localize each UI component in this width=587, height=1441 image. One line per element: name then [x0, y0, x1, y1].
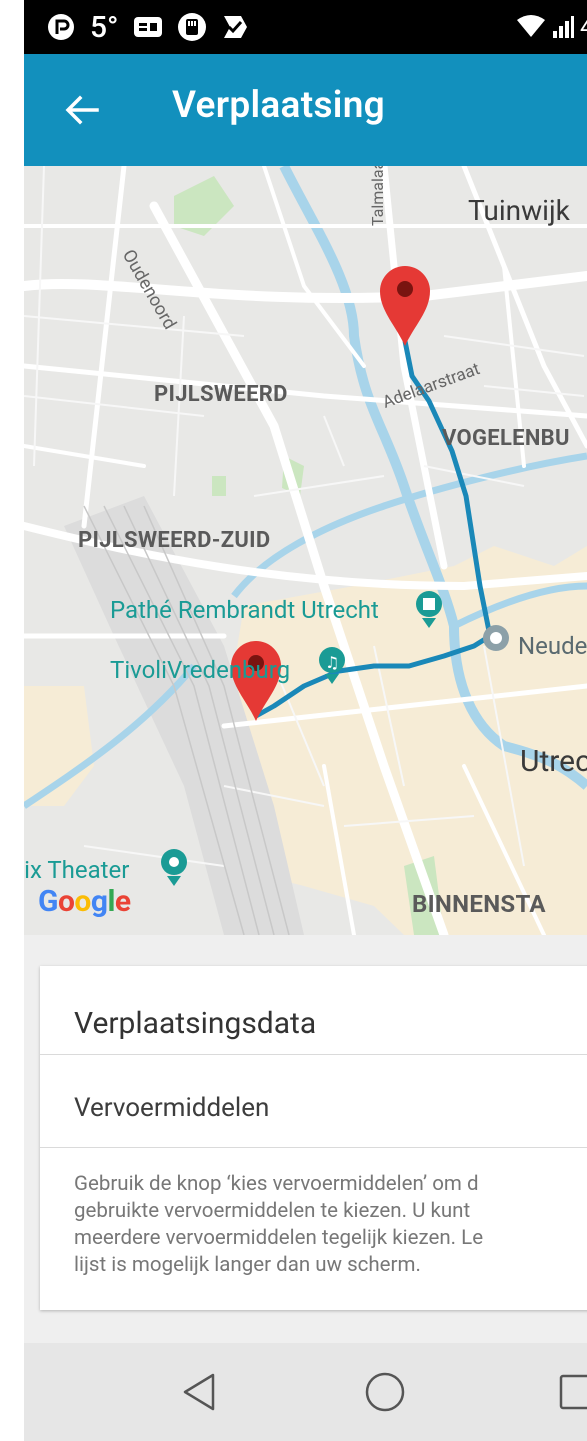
nav-back-button[interactable] — [176, 1369, 222, 1415]
signal-icon — [552, 15, 575, 39]
help-text: Gebruik de knop ‘kies vervoermiddelen’ o… — [74, 1171, 587, 1279]
map-label-tuinwijk: Tuinwijk — [468, 194, 570, 227]
map-label-vogelenbuurt: VOGELENBU — [442, 426, 570, 451]
transport-modes-row[interactable]: Vervoermiddelen — [74, 1093, 269, 1123]
divider — [40, 1054, 587, 1055]
neude-poi-icon — [483, 625, 509, 651]
nav-recents-button[interactable] — [554, 1369, 587, 1415]
map-label-binnenstad: BINNENSTA — [412, 890, 546, 918]
page-title: Verplaatsing — [172, 84, 386, 127]
arrow-left-icon — [65, 95, 99, 125]
map-label-neude: Neude — [518, 632, 587, 660]
svg-text:♫: ♫ — [325, 653, 339, 672]
back-button[interactable] — [62, 90, 102, 130]
temperature-text: 5° — [90, 9, 119, 45]
map-label-pijlsweerd-zuid: PIJLSWEERD-ZUID — [78, 528, 271, 553]
status-bar: 5° 49 — [24, 0, 587, 54]
nav-home-button[interactable] — [362, 1369, 408, 1415]
map-label-utrecht: Utrec — [520, 744, 587, 779]
help-line: gebruikte vervoermiddelen te kiezen. U k… — [74, 1199, 471, 1223]
route-map[interactable]: ♫ Tuinwijk Talmalaan Oudenoord PIJLSWEER… — [24, 166, 587, 935]
back-triangle-icon — [183, 1373, 215, 1411]
sdcard-icon — [177, 12, 207, 42]
vpn-icon — [46, 12, 76, 42]
divider — [40, 1147, 587, 1148]
system-nav-bar — [24, 1343, 587, 1441]
google-logo: Google — [38, 884, 131, 919]
help-line: lijst is mogelijk langer dan uw scherm. — [74, 1253, 421, 1277]
travel-data-card: Verplaatsingsdata Vervoermiddelen Gebrui… — [40, 966, 587, 1310]
app-bar: Verplaatsing — [24, 54, 587, 166]
phone-screen: 5° 49 Verplaatsing — [24, 0, 587, 1441]
map-label-pathe: Pathé Rembrandt Utrecht — [110, 596, 379, 624]
wifi-icon — [516, 15, 546, 39]
help-line: meerdere vervoermiddelen tegelijk kiezen… — [74, 1226, 484, 1250]
map-label-talmalaan: Talmalaan — [368, 166, 387, 226]
map-label-theater: rix Theater — [24, 856, 130, 884]
help-line: Gebruik de knop ‘kies vervoermiddelen’ o… — [74, 1172, 479, 1196]
map-label-tivoli: TivoliVredenburg — [110, 656, 291, 684]
message-icon — [133, 15, 163, 39]
card-heading: Verplaatsingsdata — [74, 1006, 317, 1041]
map-label-pijlsweerd: PIJLSWEERD — [154, 382, 288, 407]
notification-icon — [221, 13, 249, 41]
battery-text: 49 — [580, 13, 587, 41]
recents-square-icon — [559, 1374, 587, 1410]
home-circle-icon — [365, 1372, 405, 1412]
